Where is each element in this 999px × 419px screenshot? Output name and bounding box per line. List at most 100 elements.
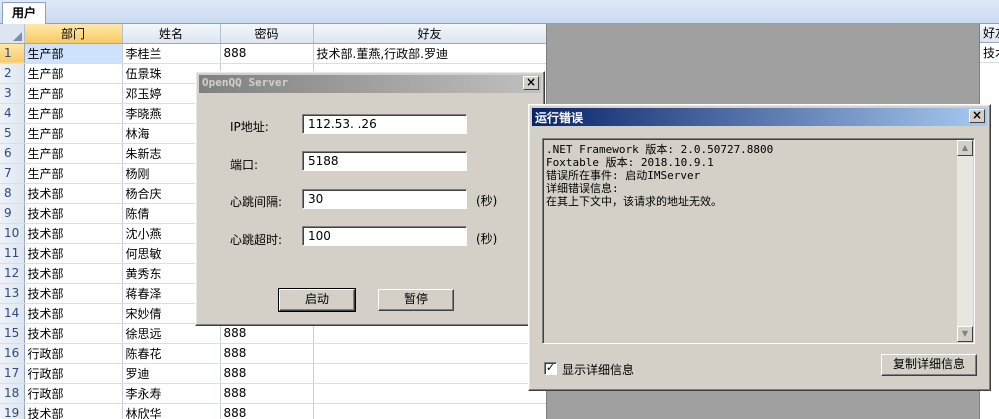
column-header-name[interactable]: 姓名 — [122, 24, 221, 44]
pause-button[interactable]: 暂停 — [378, 289, 454, 311]
cell-dept[interactable]: 技术部 — [24, 243, 123, 264]
table-row[interactable]: 19 技术部 林欣华 888 — [0, 403, 546, 419]
cell-name[interactable]: 徐思远 — [122, 323, 221, 344]
heartbeat-timeout-input[interactable]: 100 — [302, 226, 467, 246]
cell-dept[interactable]: 技术部 — [24, 203, 123, 224]
error-dialog: 运行错误 × .NET Framework 版本: 2.0.50727.8800… — [528, 104, 991, 391]
row-number[interactable]: 2 — [0, 63, 25, 84]
cell-dept[interactable]: 技术部 — [24, 403, 123, 419]
scroll-down-icon[interactable]: ▼ — [957, 326, 973, 342]
cell-dept[interactable]: 技术部 — [24, 303, 123, 324]
cell-dept[interactable]: 技术部 — [24, 183, 123, 204]
cell-dept[interactable]: 技术部 — [24, 323, 123, 344]
cell-password[interactable]: 888 — [220, 323, 314, 344]
cell-name[interactable]: 李永寿 — [122, 383, 221, 404]
row-number[interactable]: 5 — [0, 123, 25, 144]
row-number[interactable]: 16 — [0, 343, 25, 364]
tab-users[interactable]: 用户 — [2, 2, 47, 24]
cell-password[interactable]: 888 — [220, 343, 314, 364]
row-number[interactable]: 17 — [0, 363, 25, 384]
select-all-icon — [12, 31, 22, 41]
error-dialog-titlebar[interactable]: 运行错误 × — [532, 108, 987, 126]
ip-input[interactable]: 112.53. .26 — [302, 114, 467, 134]
cell-dept[interactable]: 生产部 — [24, 43, 123, 64]
table-row[interactable]: 18 行政部 李永寿 888 — [0, 383, 546, 404]
friends-grid-header[interactable]: 好友 — [980, 24, 999, 43]
ip-label: IP地址: — [230, 120, 269, 134]
cell-dept[interactable]: 生产部 — [24, 63, 123, 84]
cell-password[interactable]: 888 — [220, 363, 314, 384]
row-number[interactable]: 19 — [0, 403, 25, 419]
row-number[interactable]: 14 — [0, 303, 25, 324]
server-dialog-title: OpenQQ Server — [202, 76, 289, 89]
error-line: Foxtable 版本: 2018.10.9.1 — [546, 156, 714, 169]
cell-name[interactable]: 林欣华 — [122, 403, 221, 419]
copy-details-button[interactable]: 复制详细信息 — [881, 354, 977, 376]
show-details-label[interactable]: 显示详细信息 — [562, 361, 634, 378]
cell-dept[interactable]: 生产部 — [24, 103, 123, 124]
server-dialog: OpenQQ Server × IP地址: 112.53. .26 端口: 51… — [195, 71, 545, 326]
heartbeat-timeout-label: 心跳超时: — [230, 233, 283, 247]
show-details-checkbox[interactable]: ✓ — [544, 362, 557, 375]
error-line: 错误所在事件: 启动IMServer — [546, 169, 701, 182]
error-details-box[interactable]: .NET Framework 版本: 2.0.50727.8800 Foxtab… — [542, 138, 975, 344]
cell-friends[interactable] — [313, 323, 546, 344]
row-number[interactable]: 4 — [0, 103, 25, 124]
server-dialog-titlebar[interactable]: OpenQQ Server × — [199, 75, 541, 93]
table-row[interactable]: 15 技术部 徐思远 888 — [0, 323, 546, 344]
cell-friends[interactable] — [313, 403, 546, 419]
cell-dept[interactable]: 生产部 — [24, 83, 123, 104]
table-row[interactable]: 16 行政部 陈春花 888 — [0, 343, 546, 364]
friends-grid-cell[interactable]: 技术 — [980, 43, 999, 63]
row-number[interactable]: 10 — [0, 223, 25, 244]
scroll-up-icon[interactable]: ▲ — [957, 140, 973, 156]
row-number[interactable]: 8 — [0, 183, 25, 204]
row-number[interactable]: 18 — [0, 383, 25, 404]
error-dialog-close-button[interactable]: × — [969, 109, 985, 123]
cell-friends[interactable] — [313, 363, 546, 384]
cell-password[interactable]: 888 — [220, 43, 314, 64]
table-row[interactable]: 1 生产部 李桂兰 888 技术部.董燕,行政部.罗迪 — [0, 43, 546, 64]
row-number[interactable]: 3 — [0, 83, 25, 104]
cell-dept[interactable]: 生产部 — [24, 123, 123, 144]
cell-password[interactable]: 888 — [220, 383, 314, 404]
cell-dept[interactable]: 行政部 — [24, 383, 123, 404]
cell-dept[interactable]: 生产部 — [24, 143, 123, 164]
table-row[interactable]: 17 行政部 罗迪 888 — [0, 363, 546, 384]
row-number[interactable]: 11 — [0, 243, 25, 264]
heartbeat-interval-input[interactable]: 30 — [302, 189, 467, 209]
row-number[interactable]: 7 — [0, 163, 25, 184]
cell-name[interactable]: 陈春花 — [122, 343, 221, 364]
port-input[interactable]: 5188 — [302, 151, 467, 171]
cell-dept[interactable]: 行政部 — [24, 363, 123, 384]
tab-strip: 用户 — [0, 0, 999, 24]
cell-dept[interactable]: 技术部 — [24, 263, 123, 284]
cell-name[interactable]: 李桂兰 — [122, 43, 221, 64]
heartbeat-interval-label: 心跳间隔: — [230, 195, 283, 209]
column-header-dept[interactable]: 部门 — [24, 24, 123, 44]
cell-dept[interactable]: 技术部 — [24, 283, 123, 304]
cell-friends[interactable] — [313, 343, 546, 364]
cell-friends[interactable]: 技术部.董燕,行政部.罗迪 — [313, 43, 546, 64]
grid-corner[interactable] — [0, 24, 25, 44]
error-line: .NET Framework 版本: 2.0.50727.8800 — [546, 143, 774, 156]
row-number[interactable]: 6 — [0, 143, 25, 164]
error-details-scrollbar[interactable]: ▲ ▼ — [957, 140, 973, 342]
cell-dept[interactable]: 生产部 — [24, 163, 123, 184]
cell-friends[interactable] — [313, 383, 546, 404]
server-dialog-close-button[interactable]: × — [523, 76, 539, 90]
column-header-password[interactable]: 密码 — [220, 24, 314, 44]
cell-name[interactable]: 罗迪 — [122, 363, 221, 384]
start-button[interactable]: 启动 — [278, 288, 356, 312]
row-number[interactable]: 13 — [0, 283, 25, 304]
cell-dept[interactable]: 行政部 — [24, 343, 123, 364]
column-header-friends[interactable]: 好友 — [313, 24, 546, 44]
row-number[interactable]: 12 — [0, 263, 25, 284]
row-number[interactable]: 9 — [0, 203, 25, 224]
cell-password[interactable]: 888 — [220, 403, 314, 419]
error-dialog-title: 运行错误 — [535, 111, 584, 125]
row-number[interactable]: 15 — [0, 323, 25, 344]
row-number[interactable]: 1 — [0, 43, 25, 64]
cell-dept[interactable]: 技术部 — [24, 223, 123, 244]
checkmark-icon: ✓ — [545, 361, 556, 374]
